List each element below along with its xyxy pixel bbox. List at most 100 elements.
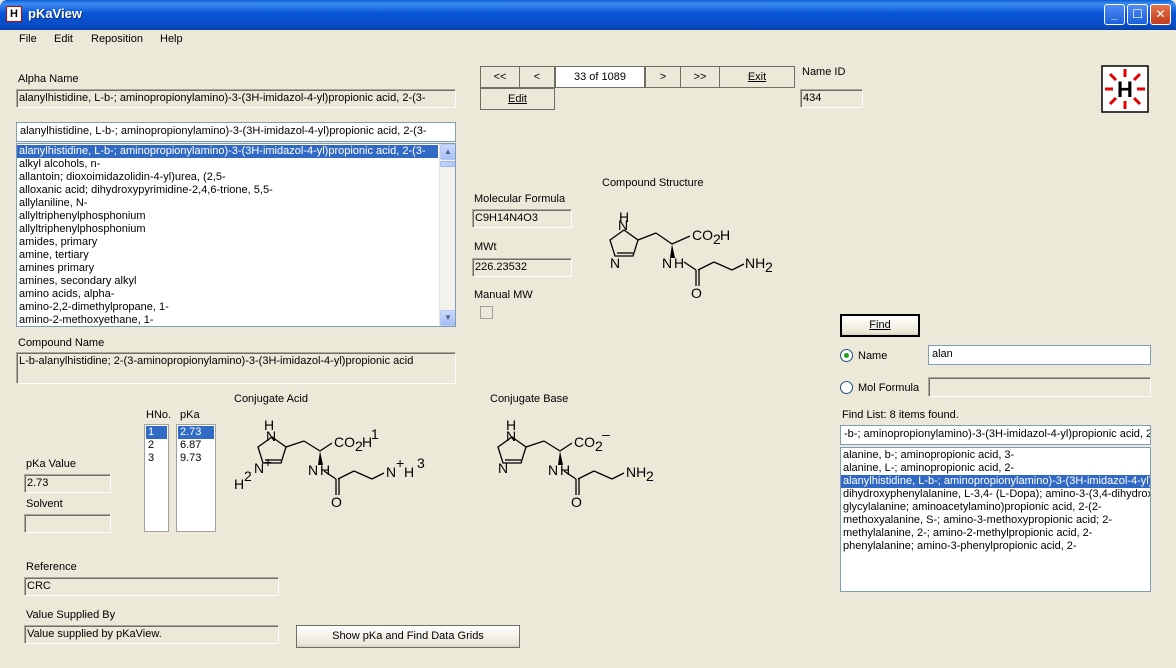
pka-label: pKa	[180, 409, 200, 421]
cs-amide-h: H	[674, 255, 684, 271]
alpha-name-list[interactable]: alanylhistidine, L-b-; aminopropionylami…	[16, 143, 456, 327]
scroll-up-icon[interactable]: ▲	[440, 144, 455, 160]
pka-item[interactable]: 6.87	[178, 439, 214, 452]
title-bar[interactable]	[0, 0, 1176, 30]
hno-list[interactable]: 1 2 3	[144, 424, 169, 532]
cb-n-top: N	[506, 428, 516, 444]
compound-structure-drawing: H N N CO 2 H N H O NH 2	[609, 209, 773, 301]
alpha-list-item[interactable]: allylaniline, N-	[17, 197, 438, 210]
hno-item[interactable]: 3	[146, 452, 167, 465]
next-record-button[interactable]: >	[645, 66, 681, 88]
alpha-name-combo[interactable]: alanylhistidine, L-b-; aminopropionylami…	[16, 122, 456, 142]
cs-o: O	[691, 285, 702, 301]
alpha-list-item[interactable]: amine, tertiary	[17, 249, 438, 262]
find-results-list[interactable]: alanine, b-; aminopropionic acid, 3- alan…	[840, 447, 1151, 592]
menu-file[interactable]: File	[19, 33, 37, 45]
maximize-icon[interactable]: ☐	[1127, 4, 1148, 25]
find-result-item[interactable]: methylalanine, 2-; amino-2-methylpropion…	[841, 527, 1150, 540]
cs-acid-h: H	[720, 227, 730, 243]
mol-formula-radio-label: Mol Formula	[858, 382, 920, 394]
alpha-list-item[interactable]: allyltriphenylphosphonium	[17, 223, 438, 236]
app-logo: H	[1101, 65, 1149, 113]
scroll-down-icon[interactable]: ▼	[440, 310, 455, 326]
menu-help[interactable]: Help	[160, 33, 183, 45]
alpha-list-item[interactable]: amides, primary	[17, 236, 438, 249]
alpha-list-item[interactable]: amino-2-methoxyethane, 1-	[17, 314, 438, 326]
mol-formula-radio[interactable]	[840, 381, 853, 394]
pka-list[interactable]: 2.73 6.87 9.73	[176, 424, 216, 532]
hno-item[interactable]: 1	[146, 426, 167, 439]
compound-name-label: Compound Name	[18, 337, 105, 349]
alpha-list-item[interactable]: allyltriphenylphosphonium	[17, 210, 438, 223]
find-result-item[interactable]: dihydroxyphenylalanine, L-3,4- (L-Dopa);…	[841, 488, 1150, 501]
ca-n-bot: N	[254, 460, 264, 476]
conjugate-acid-drawing: H N N + H 2 CO 2 H 1 N H O N + H 3	[234, 417, 425, 510]
cb-n-bot: N	[498, 460, 508, 476]
edit-button[interactable]: Edit	[480, 88, 555, 110]
prev-record-button[interactable]: <	[519, 66, 555, 88]
find-result-item[interactable]: glycylalanine; aminoacetylamino)propioni…	[841, 501, 1150, 514]
name-radio[interactable]	[840, 349, 853, 362]
compound-structure-label: Compound Structure	[602, 177, 704, 189]
alpha-list-item[interactable]: amines, secondary alkyl	[17, 275, 438, 288]
alpha-name-label: Alpha Name	[18, 73, 79, 85]
cb-o: O	[571, 494, 582, 510]
reference-label: Reference	[26, 561, 77, 573]
cs-amine-sub: 2	[765, 259, 773, 275]
mw-label: MWt	[474, 241, 497, 253]
cb-amine-sub: 2	[646, 468, 654, 484]
cs-n2: N	[610, 255, 620, 271]
alpha-list-scrollbar[interactable]: ▲ ▼	[439, 144, 455, 326]
cs-amine: NH	[745, 255, 765, 271]
value-supplied-label: Value Supplied By	[26, 609, 116, 621]
cs-amide-n: N	[662, 255, 672, 271]
find-name-input[interactable]: alan	[928, 345, 1151, 365]
alpha-list-item[interactable]: alanylhistidine, L-b-; aminopropionylami…	[17, 145, 438, 158]
last-record-button[interactable]: >>	[680, 66, 720, 88]
app-icon: H	[6, 6, 22, 22]
pka-item[interactable]: 2.73	[178, 426, 214, 439]
menu-reposition[interactable]: Reposition	[91, 33, 143, 45]
alpha-list-item[interactable]: amino acids, alpha-	[17, 288, 438, 301]
find-result-item[interactable]: alanine, b-; aminopropionic acid, 3-	[841, 449, 1150, 462]
find-result-item[interactable]: phenylalanine; amino-3-phenylpropionic a…	[841, 540, 1150, 553]
exit-button[interactable]: Exit	[719, 66, 795, 88]
find-result-item[interactable]: alanylhistidine, L-b-; aminopropionylami…	[841, 475, 1150, 488]
alpha-list-item[interactable]: allantoin; dioxoimidazolidin-4-yl)urea, …	[17, 171, 438, 184]
first-record-button[interactable]: <<	[480, 66, 520, 88]
manual-mw-checkbox[interactable]	[480, 306, 493, 319]
ca-plus: +	[264, 454, 272, 470]
alpha-list-item[interactable]: alkyl alcohols, n-	[17, 158, 438, 171]
hno-item[interactable]: 2	[146, 439, 167, 452]
ca-amine-sub: 3	[417, 455, 425, 471]
alpha-list-item[interactable]: amino-2,2-dimethylpropane, 1-	[17, 301, 438, 314]
cs-acid: CO	[692, 227, 713, 243]
pka-value-label: pKa Value	[26, 458, 76, 470]
find-list-combo[interactable]: -b-; aminopropionylamino)-3-(3H-imidazol…	[840, 425, 1151, 445]
edit-label: Edit	[508, 93, 527, 105]
ca-acid-sup: 1	[371, 426, 379, 442]
minimize-icon[interactable]: _	[1104, 4, 1125, 25]
alpha-list-item[interactable]: alloxanic acid; dihydroxypyrimidine-2,4,…	[17, 184, 438, 197]
alpha-list-item[interactable]: amines primary	[17, 262, 438, 275]
logo-letter: H	[1117, 77, 1133, 102]
close-icon[interactable]: ✕	[1150, 4, 1171, 25]
cb-amide-h: H	[560, 462, 570, 478]
menu-edit[interactable]: Edit	[54, 33, 73, 45]
solvent-label: Solvent	[26, 498, 63, 510]
manual-mw-label: Manual MW	[474, 289, 533, 301]
ca-o: O	[331, 494, 342, 510]
molecular-formula-field: C9H14N4O3	[472, 209, 572, 228]
find-mol-formula-input[interactable]	[928, 377, 1151, 397]
cb-acid: CO	[574, 434, 595, 450]
find-result-item[interactable]: methoxyalanine, S-; amino-3-methoxypropi…	[841, 514, 1150, 527]
cs-n1: N	[618, 217, 628, 233]
scroll-thumb[interactable]	[440, 161, 455, 167]
pka-item[interactable]: 9.73	[178, 452, 214, 465]
find-button[interactable]: Find	[840, 314, 920, 337]
show-grids-button[interactable]: Show pKa and Find Data Grids	[296, 625, 520, 648]
conjugate-base-drawing: H N N CO 2 – N H O NH 2	[497, 417, 654, 510]
record-counter: 33 of 1089	[555, 66, 645, 88]
value-supplied-field: Value supplied by pKaView.	[24, 625, 279, 644]
find-result-item[interactable]: alanine, L-; aminopropionic acid, 2-	[841, 462, 1150, 475]
